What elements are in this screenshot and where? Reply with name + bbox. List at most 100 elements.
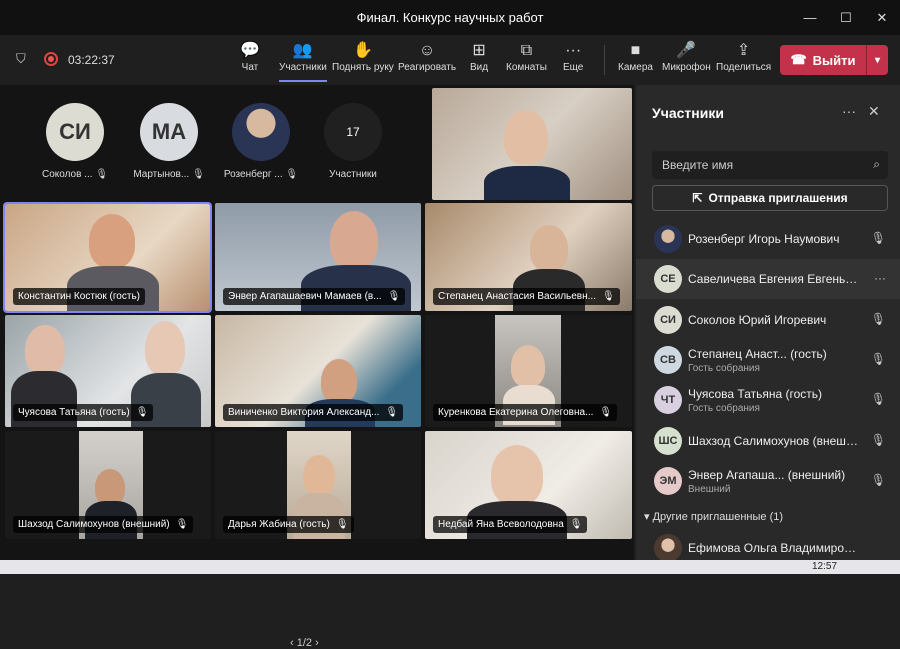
avatar-photo xyxy=(654,534,682,562)
avatar-tile[interactable]: Розенберг ... 🎙 xyxy=(216,103,306,203)
tile-label: Энвер Агапашаевич Мамаев (в... 🎙 xyxy=(223,288,406,305)
video-tile[interactable]: Недбай Яна Всеволодовна 🎙 xyxy=(425,431,632,539)
chevron-down-icon: ▾ xyxy=(644,511,650,523)
close-icon[interactable]: ✕ xyxy=(864,0,900,35)
face xyxy=(511,345,545,387)
chevron-right-icon[interactable]: › xyxy=(315,637,319,649)
search-input[interactable]: Введите имя ⌕ xyxy=(652,151,888,179)
close-icon[interactable]: ✕ xyxy=(868,103,880,120)
face xyxy=(504,110,548,164)
avatar: СИ xyxy=(46,103,104,161)
mic-off-icon: 🎙 xyxy=(175,519,189,530)
chevron-down-icon[interactable]: ▾ xyxy=(866,45,888,75)
send-invite-button[interactable]: ⇱ Отправка приглашения xyxy=(652,185,888,211)
face xyxy=(491,445,543,505)
torso xyxy=(484,166,570,200)
toolbar-divider xyxy=(604,45,605,75)
avatar: ШС xyxy=(654,427,682,455)
video-tile-active-speaker[interactable]: Константин Костюк (гость) xyxy=(3,202,212,313)
more-button[interactable]: ··· Еще xyxy=(563,40,583,82)
mic-off-icon: 🎙 xyxy=(135,407,149,418)
face xyxy=(330,211,378,269)
chat-icon: 💬 xyxy=(240,42,260,59)
video-tile[interactable]: Степанец Анастасия Васильевн... 🎙 xyxy=(425,203,632,311)
chevron-left-icon[interactable]: ‹ xyxy=(290,637,294,649)
smile-icon: ☺ xyxy=(418,42,436,59)
face xyxy=(530,225,568,271)
avatar: СИ xyxy=(654,306,682,334)
shield-icon[interactable]: ⛉ xyxy=(16,51,26,67)
maximize-icon[interactable]: ☐ xyxy=(828,0,864,35)
avatar: ЧТ xyxy=(654,386,682,414)
rooms-button[interactable]: ⧉ Комнаты xyxy=(506,40,547,82)
avatar-tile[interactable]: СИ Соколов ... 🎙 xyxy=(30,103,120,203)
grid-icon: ⊞ xyxy=(472,42,486,59)
other-invited-group[interactable]: ▾ Другие приглашенные (1) xyxy=(644,510,783,523)
mic-off-icon: 🎙 xyxy=(870,433,886,447)
page-indicator[interactable]: ‹ 1/2 › xyxy=(290,637,319,649)
avatar-tile[interactable]: МА Мартынов... 🎙 xyxy=(124,103,214,203)
share-button[interactable]: ⇪ Поделиться xyxy=(716,40,771,82)
camera-icon: ■ xyxy=(630,42,641,59)
video-stage: СИ Соколов ... 🎙 МА Мартынов... 🎙 Розенб… xyxy=(0,85,634,649)
meeting-toolbar: ⛉ 03:22:37 💬 Чат 👥 Участники ✋ Поднять р… xyxy=(0,35,900,85)
participant-row[interactable]: Розенберг Игорь Наумович 🎙 xyxy=(636,219,900,259)
raise-hand-button[interactable]: ✋ Поднять руку xyxy=(332,40,394,82)
mic-off-icon: 🎙 xyxy=(191,169,205,180)
window-title: Финал. Конкурс научных работ xyxy=(356,10,544,25)
mic-off-icon: 🎙 xyxy=(870,473,886,487)
camera-button[interactable]: ■ Камера xyxy=(618,40,653,82)
mic-off-icon: 🎙 xyxy=(569,519,583,530)
participant-row[interactable]: ЧТ Чуясова Татьяна (гость) Гость собрани… xyxy=(636,380,900,420)
recording-icon xyxy=(44,52,58,66)
participants-button[interactable]: 👥 Участники xyxy=(279,40,327,82)
tile-label: Куренкова Екатерина Олеговна... 🎙 xyxy=(433,404,618,421)
mic-off-icon: 🎙 xyxy=(601,291,615,302)
video-tile[interactable]: Чуясова Татьяна (гость) 🎙 xyxy=(5,315,211,427)
video-tile[interactable]: Энвер Агапашаевич Мамаев (в... 🎙 xyxy=(215,203,421,311)
more-icon[interactable]: ··· xyxy=(842,103,856,119)
more-icon[interactable]: ··· xyxy=(874,271,886,285)
mic-off-icon: 🎙 xyxy=(387,291,401,302)
tile-label: Чуясова Татьяна (гость) 🎙 xyxy=(13,404,154,421)
taskbar-clock: 12:57 xyxy=(812,561,838,572)
video-tile[interactable] xyxy=(432,88,632,200)
microphone-button[interactable]: 🎤 Микрофон xyxy=(662,40,711,82)
mic-off-icon: 🎙 xyxy=(870,352,886,366)
view-button[interactable]: ⊞ Вид xyxy=(470,40,488,82)
participant-row[interactable]: СИ Соколов Юрий Игоревич 🎙 xyxy=(636,300,900,340)
avatar: МА xyxy=(140,103,198,161)
participant-row[interactable]: СВ Степанец Анаст... (гость) Гость собра… xyxy=(636,340,900,380)
mic-off-icon: 🎙 xyxy=(385,407,399,418)
tile-label: Виниченко Виктория Александ... 🎙 xyxy=(223,404,404,421)
video-tile[interactable]: Виниченко Виктория Александ... 🎙 xyxy=(215,315,421,427)
mic-icon: 🎤 xyxy=(676,42,697,59)
participant-row[interactable]: ЭМ Энвер Агапаша... (внешний) Внешний 🎙 xyxy=(636,461,900,501)
tile-label: Шахзод Салимохунов (внешний) 🎙 xyxy=(13,516,194,533)
react-button[interactable]: ☺ Реагировать xyxy=(398,40,456,82)
video-tile[interactable]: Куренкова Екатерина Олеговна... 🎙 xyxy=(425,315,632,427)
avatar: СВ xyxy=(654,346,682,374)
rooms-icon: ⧉ xyxy=(520,42,533,59)
share-icon: ⇱ xyxy=(692,191,703,205)
participant-row[interactable]: ШС Шахзод Салимохунов (внешний) 🎙 xyxy=(636,421,900,461)
leave-button[interactable]: ☎ Выйти ▾ xyxy=(780,45,888,75)
participant-row[interactable]: СЕ Савеличева Евгения Евгеньев... ··· xyxy=(636,259,900,299)
participants-panel: Участники ··· ✕ Введите имя ⌕ ⇱ Отправка… xyxy=(636,85,900,574)
title-bar: Финал. Конкурс научных работ — ☐ ✕ xyxy=(0,0,900,35)
video-tile[interactable]: Дарья Жабина (гость) 🎙 xyxy=(215,431,421,539)
tile-label: Недбай Яна Всеволодовна 🎙 xyxy=(433,516,588,533)
os-taskbar: 12:57 xyxy=(0,560,900,574)
avatar: ЭМ xyxy=(654,467,682,495)
mic-off-icon: 🎙 xyxy=(870,312,886,326)
more-participants-tile[interactable]: 17 Участники xyxy=(308,103,398,203)
mic-off-icon: 🎙 xyxy=(599,407,613,418)
video-tile[interactable]: Шахзод Салимохунов (внешний) 🎙 xyxy=(5,431,211,539)
avatar-photo xyxy=(232,103,290,161)
minimize-icon[interactable]: — xyxy=(792,0,828,35)
share-icon: ⇪ xyxy=(736,42,751,59)
window-controls: — ☐ ✕ xyxy=(792,0,900,35)
chat-button[interactable]: 💬 Чат xyxy=(240,40,260,82)
avatar: СЕ xyxy=(654,265,682,293)
face xyxy=(25,325,65,375)
